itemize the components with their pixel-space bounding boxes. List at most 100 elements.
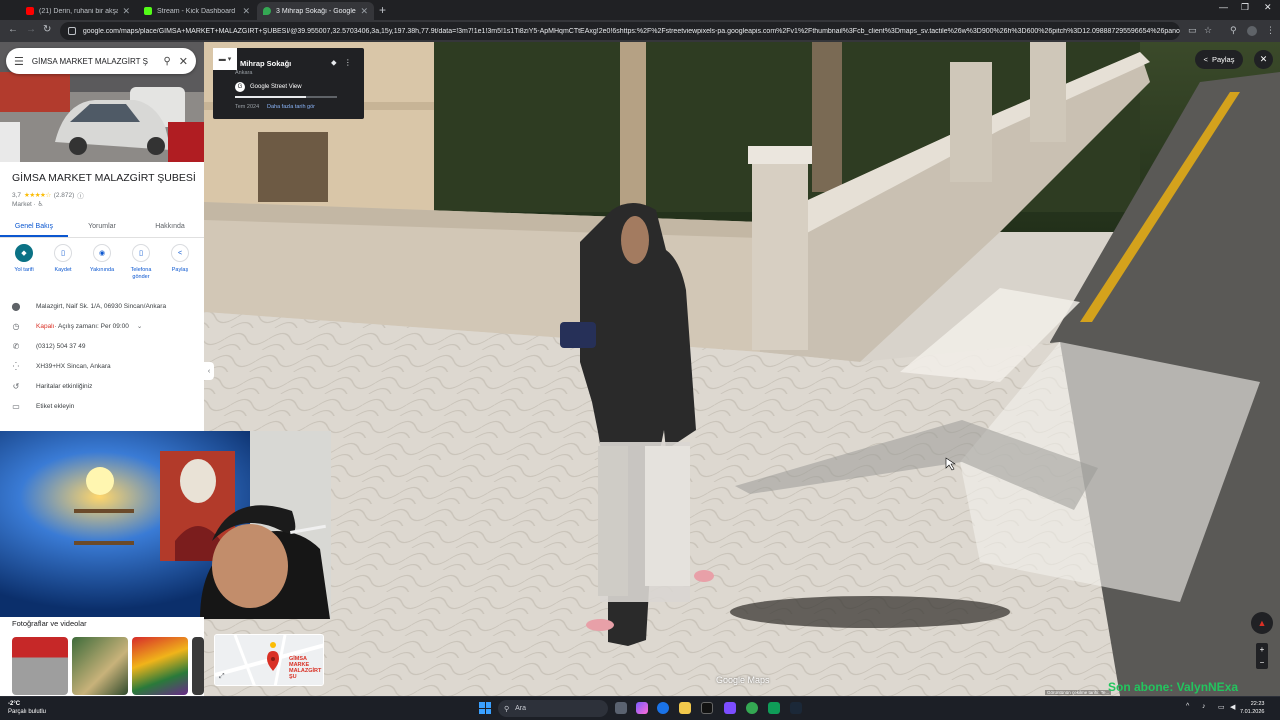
collapse-panel-button[interactable]: ‹ — [204, 362, 214, 380]
city-name: Ankara — [235, 70, 253, 76]
hamburger-icon[interactable]: ☰ — [14, 55, 24, 68]
photo-thumbnail[interactable] — [132, 637, 188, 695]
chevron-down-icon[interactable]: ⌄ — [137, 322, 142, 330]
zoom-out-icon[interactable]: − — [1260, 658, 1265, 667]
info-icon[interactable]: ⓘ — [77, 190, 84, 200]
webcam-overlay — [0, 431, 331, 619]
action-label: Telefona gönder — [130, 267, 152, 280]
directions-button[interactable]: ◆ Yol tarifi — [6, 244, 42, 281]
close-tab-icon[interactable]: ✕ — [242, 6, 250, 17]
bookmark-star-icon[interactable]: ☆ — [1204, 25, 1212, 36]
phone-row[interactable]: ✆ (0312) 504 37 49 — [10, 339, 200, 353]
browser-tab-bar: (21) Derin, ruhani bir akşamın ✕ Stream … — [0, 0, 1280, 20]
address-text[interactable]: Malazgirt, Naif Sk. 1/A, 06930 Sincan/An… — [36, 303, 166, 310]
stream-subscriber-overlay: Son abone: ValynNExa — [1108, 680, 1239, 694]
app-icon[interactable] — [724, 702, 736, 714]
windows-start-icon[interactable] — [479, 702, 491, 714]
tab-google-maps[interactable]: 3 Mihrap Sokağı - Google Haritalar ✕ — [257, 2, 374, 20]
plus-code-row[interactable]: ⁛ XH39+HX Sincan, Ankara — [10, 359, 200, 373]
tab-about[interactable]: Hakkında — [136, 218, 204, 237]
clock-time: 22:23 — [1250, 701, 1265, 707]
chrome-profile-icon[interactable] — [746, 702, 758, 714]
kick-favicon-icon — [144, 7, 152, 15]
tab-youtube[interactable]: (21) Derin, ruhani bir akşamın ✕ — [20, 2, 136, 20]
back-to-map-button[interactable]: ▬ ▾ — [213, 48, 237, 70]
close-window-icon[interactable]: ✕ — [1264, 2, 1272, 13]
minimize-icon[interactable]: — — [1219, 2, 1228, 12]
app-icon[interactable] — [701, 702, 713, 714]
search-icon[interactable]: ⚲ — [163, 56, 170, 67]
more-options-icon[interactable]: ⋮ — [344, 58, 352, 67]
maps-activity-text[interactable]: Haritalar etkinliğiniz — [36, 383, 92, 390]
tray-chevron-icon[interactable]: ^ — [1186, 703, 1189, 710]
back-icon[interactable]: ← — [8, 24, 18, 35]
share-street-view-button[interactable]: < Paylaş — [1195, 50, 1243, 69]
network-icon[interactable]: ▭ — [1218, 703, 1225, 711]
reload-icon[interactable]: ↻ — [43, 24, 51, 35]
tab-kick[interactable]: Stream - Kick Dashboard ✕ — [138, 2, 256, 20]
compass-icon[interactable]: ▲ — [1251, 612, 1273, 634]
capture-date: Tem 2024 — [235, 104, 260, 110]
weather-widget[interactable]: -2°C Parçalı bulutlu — [8, 700, 46, 716]
place-category[interactable]: Market · ♿ — [12, 200, 43, 208]
forward-icon[interactable]: → — [26, 24, 36, 35]
place-tabs: Genel Bakış Yorumlar Hakkında — [0, 218, 204, 238]
place-rating[interactable]: 3,7 ★★★★☆ (2.872) ⓘ — [12, 190, 84, 201]
close-street-view-button[interactable]: ✕ — [1254, 50, 1273, 69]
url-text[interactable]: google.com/maps/place/GİMSA+MARKET+MALAZ… — [83, 28, 1180, 35]
copilot-icon[interactable] — [636, 702, 648, 714]
hours-row[interactable]: ◷ Kapalı · Açılış zamanı: Per 09:00 ⌄ — [10, 319, 200, 333]
search-input[interactable]: GİMSA MARKET MALAZGİRT Ş — [32, 57, 158, 66]
maximize-icon[interactable]: ❐ — [1241, 2, 1249, 13]
zoom-in-icon[interactable]: + — [1260, 645, 1265, 654]
taskbar-search[interactable]: ⚲ Ara — [498, 700, 608, 717]
search-box[interactable]: ☰ GİMSA MARKET MALAZGİRT Ş ⚲ ✕ — [6, 48, 196, 74]
edge-icon[interactable] — [768, 702, 780, 714]
clock-date: 7.01.2026 — [1240, 709, 1265, 715]
close-tab-icon[interactable]: ✕ — [360, 6, 368, 17]
phone-number[interactable]: (0312) 504 37 49 — [36, 343, 86, 350]
photo-thumbnail[interactable] — [12, 637, 68, 695]
address-row[interactable]: ⬤ Malazgirt, Naif Sk. 1/A, 06930 Sincan/… — [10, 299, 200, 313]
nearby-button[interactable]: ◉ Yakınında — [84, 244, 120, 281]
photo-thumbnail[interactable] — [192, 637, 204, 695]
see-more-dates-link[interactable]: Daha fazla tarih gör — [267, 104, 315, 110]
add-label-text[interactable]: Etiket ekleyin — [36, 403, 74, 410]
volume-icon[interactable]: ◀ — [1230, 703, 1235, 711]
close-tab-icon[interactable]: ✕ — [122, 6, 130, 17]
review-count[interactable]: (2.872) — [54, 192, 75, 199]
directions-icon: ◆ — [15, 244, 33, 262]
extensions-icon[interactable]: ⚲ — [1230, 25, 1237, 36]
action-label: Kaydet — [54, 267, 72, 273]
add-label-row[interactable]: ▭ Etiket ekleyin — [10, 399, 200, 413]
photo-thumbnail[interactable] — [72, 637, 128, 695]
task-view-icon[interactable] — [615, 702, 627, 714]
expand-map-icon[interactable]: ⤢ — [219, 673, 225, 681]
chrome-icon[interactable] — [657, 702, 669, 714]
close-icon[interactable]: ✕ — [179, 55, 188, 68]
tab-title: (21) Derin, ruhani bir akşamın — [39, 7, 119, 15]
steam-icon[interactable] — [790, 702, 802, 714]
send-to-phone-button[interactable]: ▯ Telefona gönder — [123, 244, 159, 281]
taskbar-clock[interactable]: 22:23 7.01.2026 — [1240, 700, 1264, 716]
file-explorer-icon[interactable] — [679, 702, 691, 714]
cast-icon[interactable]: ▭ — [1188, 25, 1197, 36]
tab-reviews[interactable]: Yorumlar — [68, 218, 136, 237]
mic-icon[interactable]: ♪ — [1202, 703, 1206, 710]
maps-favicon-icon — [263, 7, 271, 15]
save-button[interactable]: ▯ Kaydet — [45, 244, 81, 281]
new-tab-icon[interactable]: + — [379, 3, 386, 17]
tab-overview[interactable]: Genel Bakış — [0, 218, 68, 237]
address-bar[interactable]: google.com/maps/place/GİMSA+MARKET+MALAZ… — [60, 22, 1180, 40]
site-info-icon[interactable] — [68, 27, 76, 35]
browser-menu-icon[interactable]: ⋮ — [1266, 25, 1275, 36]
mini-map[interactable]: GİMSA MARKE MALAZGİRT ŞU ⤢ — [214, 634, 324, 686]
location-pin-icon[interactable]: ⬥ — [331, 58, 337, 67]
label-icon: ▭ — [12, 401, 20, 411]
maps-activity-row[interactable]: ↺ Haritalar etkinliğiniz — [10, 379, 200, 393]
phone-icon: ▯ — [132, 244, 150, 262]
place-actions: ◆ Yol tarifi ▯ Kaydet ◉ Yakınında ▯ Tele… — [6, 244, 198, 281]
plus-code-text[interactable]: XH39+HX Sincan, Ankara — [36, 363, 111, 370]
share-button[interactable]: < Paylaş — [162, 244, 198, 281]
profile-avatar[interactable] — [1247, 26, 1257, 36]
